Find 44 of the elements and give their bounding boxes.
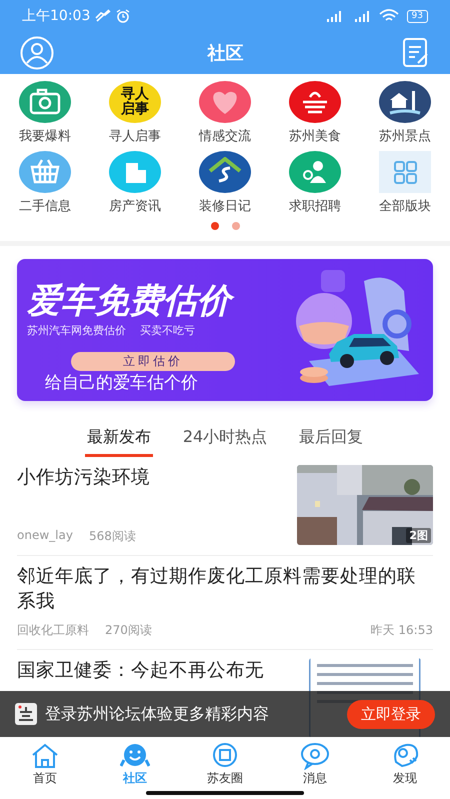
category-item[interactable]: 求职招聘 [270, 151, 360, 215]
login-prompt: 登录苏州论坛体验更多精彩内容 [45, 704, 270, 724]
status-time: 上午10:03 [22, 7, 90, 25]
nav-tab[interactable]: 首页 [10, 742, 80, 786]
category-item[interactable]: 房产资讯 [90, 151, 180, 215]
promo-banner[interactable]: 爱车免费估价 苏州汽车网免费估价 买卖不吃亏 立即估价 给自己的爱车估个价 [17, 259, 433, 401]
category-item[interactable]: 全部版块 [360, 151, 450, 215]
circle-icon [210, 742, 240, 770]
category-item[interactable]: 苏州景点 [360, 81, 450, 145]
app-logo-icon [15, 703, 37, 725]
nav-tab[interactable]: 消息 [280, 742, 350, 786]
post-author: onew_lay [17, 528, 73, 544]
image-count: 2图 [406, 528, 431, 543]
wifi-icon [378, 9, 399, 23]
banner-slogan: 买卖不吃亏 [140, 323, 195, 338]
smiley-icon [120, 742, 150, 770]
category-item[interactable]: 情感交流 [180, 81, 270, 145]
home-icon [30, 742, 60, 770]
login-button[interactable]: 立即登录 [347, 700, 435, 728]
feed-tab[interactable]: 最新发布 [84, 423, 153, 457]
banner-caption: 给自己的爱车估个价 [45, 372, 198, 394]
post-title[interactable]: 国家卫健委：今起不再公布无 [17, 658, 267, 683]
category-item[interactable]: 二手信息 [0, 151, 90, 215]
alarm-icon [116, 9, 130, 23]
category-item[interactable]: 装修日记 [180, 151, 270, 215]
feed-tab[interactable]: 最后回复 [297, 423, 366, 457]
post-author: 回收化工原料 [17, 622, 89, 639]
banner-subtitle: 苏州汽车网免费估价 [27, 323, 126, 338]
category-item[interactable]: 寻人 启事 寻人启事 [90, 81, 180, 145]
read-count: 270阅读 [105, 622, 152, 639]
post-title[interactable]: 小作坊污染环境 [17, 465, 285, 490]
battery-icon: 93 [406, 10, 428, 22]
nav-tab[interactable]: 发现 [370, 742, 440, 786]
read-count: 568阅读 [88, 528, 136, 545]
category-item[interactable]: 我要爆料 [0, 81, 90, 145]
chat-bubble-icon [300, 742, 330, 770]
estimate-button[interactable]: 立即估价 [71, 352, 235, 371]
category-item[interactable]: 苏州美食 [270, 81, 360, 145]
nav-tab[interactable]: 苏友圈 [190, 742, 260, 786]
feed-tab[interactable]: 24小时热点 [180, 423, 270, 457]
page-title: 社区 [208, 42, 244, 65]
post-title[interactable]: 邻近年底了，有过期作废化工原料需要处理的联系我 [17, 564, 433, 614]
category-icon: 寻人 启事 [109, 81, 161, 123]
post-time: 昨天 16:53 [370, 622, 433, 639]
